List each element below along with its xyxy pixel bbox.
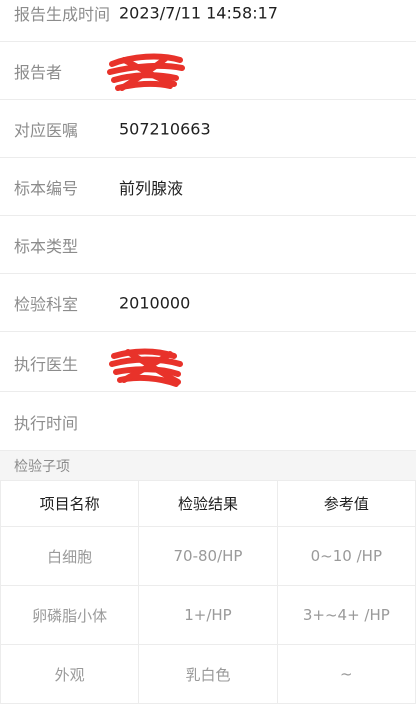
header-item-name: 项目名称 xyxy=(0,480,140,527)
order-label: 对应医嘱 xyxy=(14,120,79,140)
dept-value: 2010000 xyxy=(119,293,191,312)
redaction-scribble-reporter xyxy=(107,53,185,91)
table-row: 白细胞 70-80/HP 0~10 /HP xyxy=(0,526,416,586)
reporter-label: 报告者 xyxy=(14,62,63,82)
section-title: 检验子项 xyxy=(14,458,70,475)
table-row: 卵磷脂小体 1+/HP 3+~4+ /HP xyxy=(0,585,416,645)
specimen-no-value: 前列腺液 xyxy=(119,178,184,198)
info-row-reporter: 报告者 xyxy=(0,42,416,100)
cell-item-name: 白细胞 xyxy=(0,526,140,586)
cell-reference: ~ xyxy=(276,644,416,704)
info-row-generated-time: 报告生成时间 2023/7/11 14:58:17 xyxy=(0,0,416,42)
table-header-row: 项目名称 检验结果 参考值 xyxy=(0,480,416,527)
cell-item-name: 卵磷脂小体 xyxy=(0,585,140,645)
redaction-scribble-executor xyxy=(109,348,183,387)
info-row-specimen-type: 标本类型 xyxy=(0,216,416,274)
section-header-sub-items: 检验子项 xyxy=(0,451,416,480)
executor-label: 执行医生 xyxy=(14,354,79,374)
info-row-specimen-no: 标本编号 前列腺液 xyxy=(0,158,416,216)
generated-time-value: 2023/7/11 14:58:17 xyxy=(119,3,278,22)
results-table: 项目名称 检验结果 参考值 白细胞 70-80/HP 0~10 /HP 卵磷脂小… xyxy=(0,480,416,704)
report-detail-page: 报告生成时间 2023/7/11 14:58:17 报告者 对应医嘱 50721… xyxy=(0,0,416,712)
cell-reference: 0~10 /HP xyxy=(276,526,416,586)
cell-result: 乳白色 xyxy=(138,644,278,704)
order-value: 507210663 xyxy=(119,119,211,138)
specimen-no-label: 标本编号 xyxy=(14,178,79,198)
header-result: 检验结果 xyxy=(138,480,278,527)
header-reference: 参考值 xyxy=(276,480,416,527)
cell-result: 70-80/HP xyxy=(138,526,278,586)
info-row-order: 对应医嘱 507210663 xyxy=(0,100,416,158)
cell-result: 1+/HP xyxy=(138,585,278,645)
table-row: 外观 乳白色 ~ xyxy=(0,644,416,704)
generated-time-label: 报告生成时间 xyxy=(14,4,111,24)
cell-reference: 3+~4+ /HP xyxy=(276,585,416,645)
specimen-type-label: 标本类型 xyxy=(14,236,79,256)
info-row-exec-time: 执行时间 xyxy=(0,393,416,451)
cell-item-name: 外观 xyxy=(0,644,140,704)
info-row-executor: 执行医生 xyxy=(0,334,416,392)
dept-label: 检验科室 xyxy=(14,294,79,314)
info-row-dept: 检验科室 2010000 xyxy=(0,274,416,332)
exec-time-label: 执行时间 xyxy=(14,413,79,433)
